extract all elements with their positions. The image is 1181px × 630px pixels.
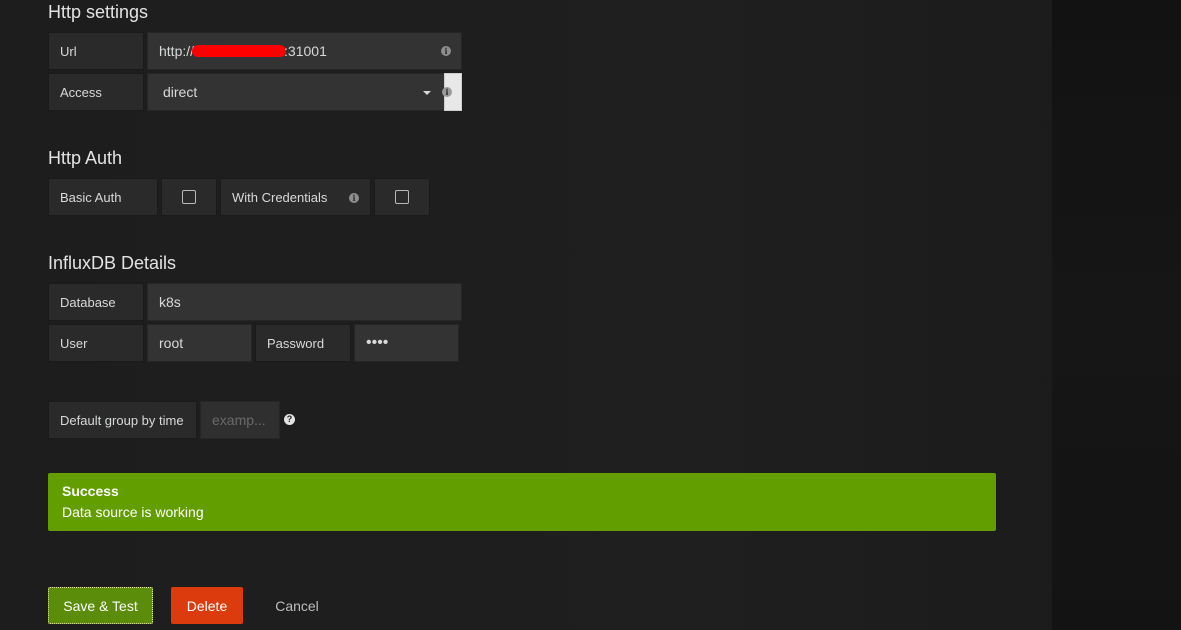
redaction-mark bbox=[192, 45, 287, 57]
datasource-settings-page: Http settings Url http:// :31001 i Access… bbox=[0, 0, 1181, 630]
database-input[interactable]: k8s bbox=[147, 283, 462, 321]
basic-auth-checkbox[interactable] bbox=[182, 190, 196, 204]
group-by-placeholder: examp... bbox=[212, 412, 266, 428]
access-select[interactable]: direct bbox=[147, 73, 445, 111]
with-credentials-checkbox-cell[interactable] bbox=[374, 178, 430, 216]
url-label: Url bbox=[48, 32, 144, 70]
group-by-label: Default group by time bbox=[48, 401, 197, 439]
save-test-button[interactable]: Save & Test bbox=[48, 587, 153, 624]
url-prefix: http:// bbox=[159, 43, 195, 59]
basic-auth-label: Basic Auth bbox=[48, 178, 158, 216]
access-label: Access bbox=[48, 73, 144, 111]
info-icon[interactable]: i bbox=[349, 193, 359, 203]
user-label: User bbox=[48, 324, 144, 362]
access-value: direct bbox=[163, 84, 198, 100]
alert-text: Data source is working bbox=[62, 504, 204, 520]
cancel-button[interactable]: Cancel bbox=[262, 587, 332, 624]
info-icon[interactable]: i bbox=[441, 46, 451, 56]
http-auth-title: Http Auth bbox=[48, 148, 123, 168]
with-credentials-checkbox[interactable] bbox=[395, 190, 409, 204]
right-edge-panel bbox=[1052, 0, 1181, 630]
password-input[interactable]: •••• bbox=[354, 324, 459, 362]
chevron-down-icon bbox=[423, 91, 431, 95]
password-label: Password bbox=[255, 324, 351, 362]
url-input[interactable]: http:// :31001 i bbox=[147, 32, 462, 70]
delete-button[interactable]: Delete bbox=[171, 587, 243, 624]
database-label: Database bbox=[48, 283, 144, 321]
question-icon[interactable]: ? bbox=[284, 414, 295, 425]
with-credentials-label-cell: With Credentials i bbox=[220, 178, 371, 216]
success-alert: Success Data source is working bbox=[48, 473, 996, 531]
access-help-tab[interactable]: i bbox=[442, 73, 462, 111]
url-suffix: :31001 bbox=[284, 43, 327, 59]
alert-title: Success bbox=[62, 483, 119, 499]
basic-auth-checkbox-cell[interactable] bbox=[161, 178, 217, 216]
group-by-input[interactable]: examp... bbox=[200, 401, 280, 439]
influxdb-details-title: InfluxDB Details bbox=[48, 253, 177, 273]
info-icon[interactable]: i bbox=[442, 87, 452, 97]
http-settings-title: Http settings bbox=[48, 2, 149, 22]
with-credentials-label: With Credentials bbox=[232, 189, 328, 205]
user-input[interactable]: root bbox=[147, 324, 252, 362]
